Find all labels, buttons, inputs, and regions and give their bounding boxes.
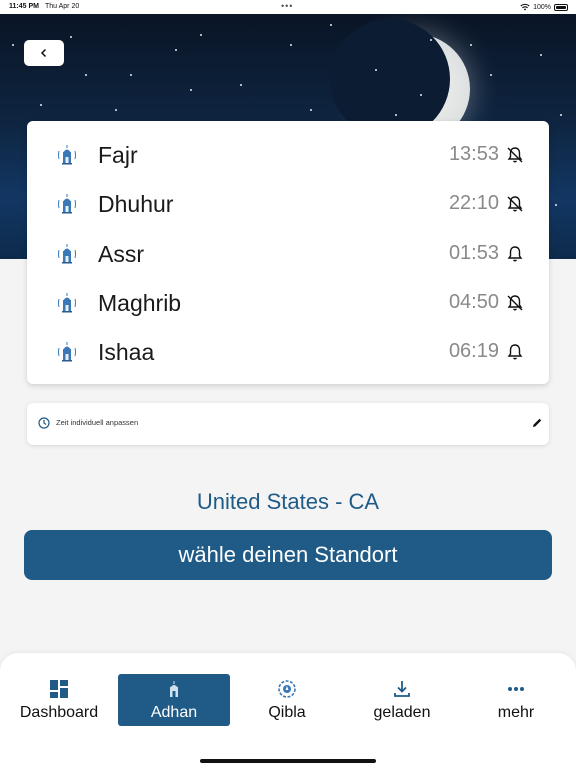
star <box>555 204 557 206</box>
star <box>395 114 397 116</box>
star <box>130 74 132 76</box>
star <box>12 44 14 46</box>
prayer-time: 22:10 <box>448 192 499 214</box>
mosque-icon <box>55 192 79 216</box>
mosque-icon <box>163 678 185 700</box>
chevron-left-icon <box>40 48 47 58</box>
status-date: Thu Apr 20 <box>45 3 80 10</box>
battery-percent: 100% <box>533 3 551 11</box>
star <box>430 39 432 41</box>
prayer-row-fajr: Fajr 13:53 <box>27 133 549 177</box>
star <box>470 44 472 46</box>
nav-item-geladen[interactable]: geladen <box>346 674 458 726</box>
location-text: United States - CA <box>196 489 380 514</box>
star <box>310 109 312 111</box>
star <box>290 44 292 46</box>
home-indicator[interactable] <box>200 759 376 763</box>
status-bar: 11:45 PM Thu Apr 20 ••• 100% <box>0 0 576 14</box>
wifi-icon <box>520 3 530 11</box>
multitask-dots-icon[interactable]: ••• <box>281 1 293 11</box>
nav-item-mehr[interactable]: mehr <box>460 674 572 726</box>
prayer-row-assr: Assr 01:53 <box>27 232 549 276</box>
mosque-icon <box>55 242 79 266</box>
prayer-time: 13:53 <box>448 143 499 165</box>
nav-label: Adhan <box>150 704 198 721</box>
star <box>375 69 377 71</box>
star <box>200 34 202 36</box>
nav-label: Dashboard <box>19 704 99 721</box>
prayer-time: 01:53 <box>448 242 499 264</box>
back-button[interactable] <box>24 40 64 66</box>
star <box>175 49 177 51</box>
prayer-time: 04:50 <box>448 291 499 313</box>
bell-icon[interactable] <box>505 244 525 264</box>
nav-label: mehr <box>497 704 535 721</box>
adjust-time-row[interactable]: Zeit individuell anpassen <box>27 403 549 445</box>
mosque-icon <box>55 291 79 315</box>
prayer-row-dhuhur: Dhuhur 22:10 <box>27 182 549 226</box>
bell-icon[interactable] <box>505 342 525 362</box>
star <box>560 114 562 116</box>
star <box>85 74 87 76</box>
prayer-time: 06:19 <box>448 340 499 362</box>
bottom-navigation: Dashboard Adhan Qibla geladen mehr <box>0 653 576 768</box>
download-icon <box>391 678 413 700</box>
prayer-name: Fajr <box>98 142 138 168</box>
mosque-icon <box>55 143 79 167</box>
nav-label: Qibla <box>268 704 306 721</box>
nav-item-dashboard[interactable]: Dashboard <box>3 674 115 726</box>
mosque-icon <box>55 340 79 364</box>
star <box>115 109 117 111</box>
star <box>190 89 192 91</box>
nav-item-qibla[interactable]: Qibla <box>231 674 343 726</box>
nav-item-adhan[interactable]: Adhan <box>118 674 230 726</box>
prayer-row-ishaa: Ishaa 06:19 <box>27 330 549 374</box>
more-icon <box>505 678 527 700</box>
bell-off-icon[interactable] <box>505 194 525 214</box>
pencil-icon[interactable] <box>530 416 544 430</box>
prayer-name: Dhuhur <box>98 191 174 217</box>
bell-off-icon[interactable] <box>505 145 525 165</box>
star <box>330 24 332 26</box>
star <box>420 94 422 96</box>
clock-icon <box>38 417 50 429</box>
star <box>490 74 492 76</box>
status-right: 100% <box>520 3 568 11</box>
star <box>540 54 542 56</box>
star <box>70 36 72 38</box>
prayer-name: Ishaa <box>98 339 155 365</box>
prayer-times-card: Fajr 13:53 Dhuhur 22:10 Assr 01:53 Maghrib 04:5… <box>27 121 549 384</box>
status-time: 11:45 PM <box>9 3 39 10</box>
bell-off-icon[interactable] <box>505 293 525 313</box>
prayer-name: Assr <box>98 241 144 267</box>
nav-label: geladen <box>373 704 431 721</box>
prayer-row-maghrib: Maghrib 04:50 <box>27 281 549 325</box>
adjust-time-label: Zeit individuell anpassen <box>56 418 139 427</box>
star <box>40 104 42 106</box>
prayer-name: Maghrib <box>98 290 182 316</box>
compass-icon <box>276 678 298 700</box>
star <box>240 84 242 86</box>
choose-location-button[interactable]: wähle deinen Standort <box>24 530 552 580</box>
dashboard-icon <box>48 678 70 700</box>
battery-icon <box>554 3 568 11</box>
